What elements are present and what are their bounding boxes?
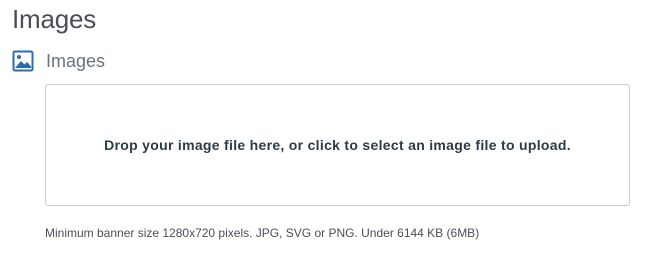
dropzone-instructions: Drop your image file here, or click to s… — [104, 137, 571, 153]
page-title: Images — [12, 4, 97, 34]
section-header: Images — [12, 48, 105, 74]
upload-requirements-hint: Minimum banner size 1280x720 pixels. JPG… — [45, 226, 480, 240]
section-label: Images — [46, 50, 106, 71]
image-upload-dropzone[interactable]: Drop your image file here, or click to s… — [45, 84, 630, 206]
image-icon — [12, 50, 34, 72]
